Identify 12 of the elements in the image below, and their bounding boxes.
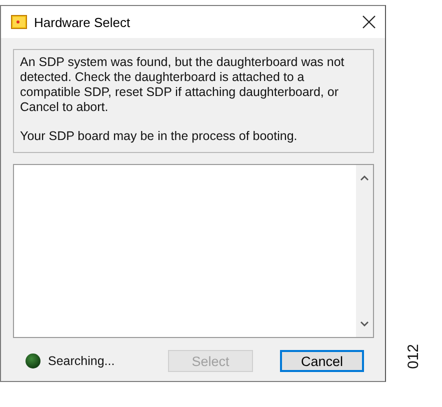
scroll-down-icon[interactable] — [360, 321, 369, 327]
scroll-up-icon[interactable] — [360, 175, 369, 181]
status-led-icon — [25, 353, 41, 369]
status-text: Searching... — [48, 354, 116, 368]
message-text: An SDP system was found, but the daughterboard was not detected. Check the daughterboard is attached to a compatible SDP, reset SDP if attaching daughterboard, or Cancel to abort. — [20, 55, 346, 115]
app-icon — [11, 15, 27, 29]
scrollbar[interactable] — [356, 165, 373, 337]
message-text: Your SDP board may be in the process of booting. — [20, 129, 298, 144]
window-title: Hardware Select — [34, 14, 132, 30]
dialog-button[interactable]: Cancel — [280, 350, 364, 372]
close-button[interactable] — [361, 14, 377, 30]
figure-number: 012 — [406, 344, 422, 370]
